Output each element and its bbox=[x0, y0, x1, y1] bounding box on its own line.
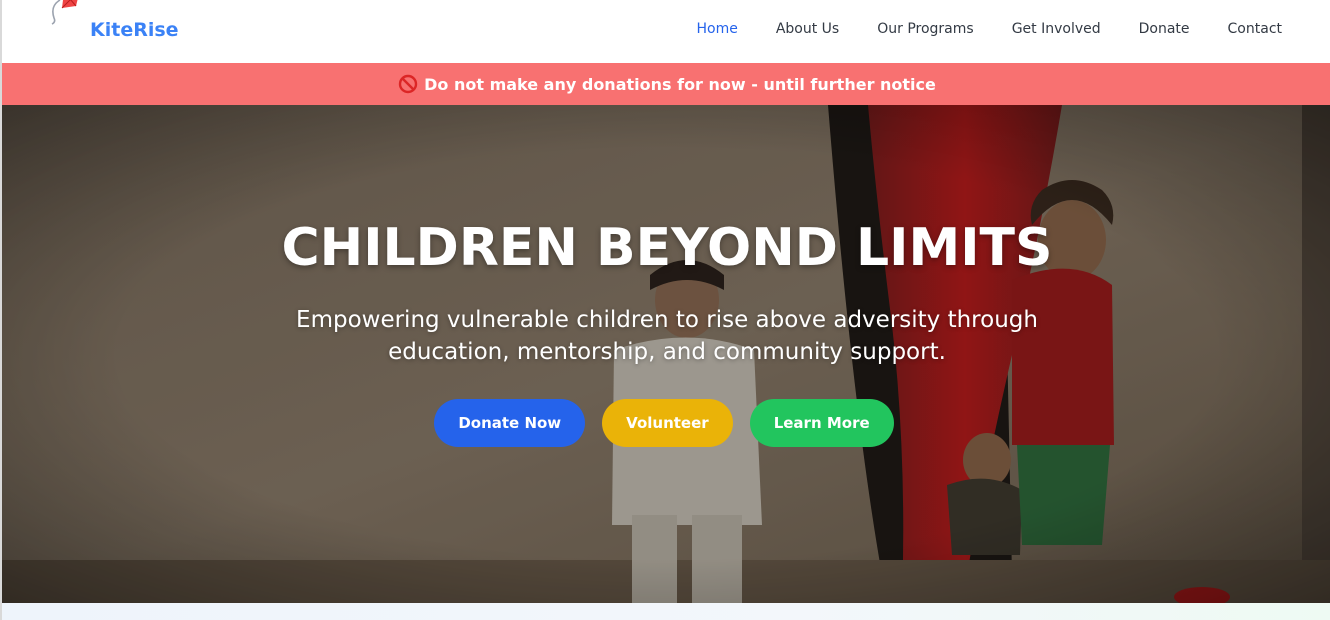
learn-more-button[interactable]: Learn More bbox=[749, 399, 894, 447]
volunteer-button[interactable]: Volunteer bbox=[602, 399, 733, 447]
notice-text: Do not make any donations for now - unti… bbox=[424, 74, 936, 94]
nav-our-programs[interactable]: Our Programs bbox=[877, 21, 973, 37]
next-section-edge bbox=[2, 603, 1330, 620]
page: KiteRise Home About Us Our Programs Get … bbox=[0, 0, 1330, 620]
hero-section: CHILDREN BEYOND LIMITS Empowering vulner… bbox=[2, 105, 1330, 603]
donate-now-button[interactable]: Donate Now bbox=[434, 399, 586, 447]
nav-home[interactable]: Home bbox=[696, 21, 737, 37]
notice-banner: Do not make any donations for now - unti… bbox=[2, 63, 1330, 105]
nav-about-us[interactable]: About Us bbox=[776, 21, 839, 37]
main-nav: Home About Us Our Programs Get Involved … bbox=[696, 21, 1282, 37]
nav-donate[interactable]: Donate bbox=[1139, 21, 1190, 37]
hero-title: CHILDREN BEYOND LIMITS bbox=[281, 218, 1053, 278]
kite-icon[interactable] bbox=[46, 0, 86, 32]
site-header: KiteRise Home About Us Our Programs Get … bbox=[2, 0, 1330, 63]
brand-name[interactable]: KiteRise bbox=[90, 19, 179, 41]
hero-subtitle: Empowering vulnerable children to rise a… bbox=[296, 307, 1038, 365]
nav-get-involved[interactable]: Get Involved bbox=[1012, 21, 1101, 37]
nav-contact[interactable]: Contact bbox=[1228, 21, 1282, 37]
prohibited-icon bbox=[398, 74, 418, 94]
hero-button-group: Donate Now Volunteer Learn More bbox=[2, 399, 1330, 447]
